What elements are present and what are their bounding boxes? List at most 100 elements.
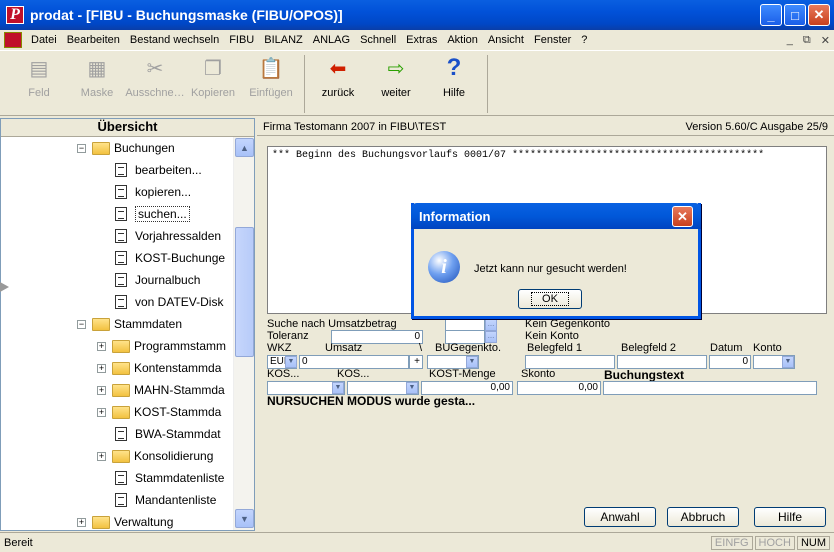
scrollbar-thumb[interactable] (235, 227, 254, 357)
toolbar-hilfe-button[interactable]: ? Hilfe (425, 54, 483, 99)
abbruch-button[interactable]: Abbruch (667, 507, 739, 527)
navigation-tree: − Buchungen bearbeiten... kopieren... suc… (1, 137, 233, 530)
folder-icon (112, 361, 130, 375)
dialog-title-bar[interactable]: Information (411, 203, 701, 229)
ok-button[interactable]: OK (518, 289, 582, 309)
tree-item-verwaltung[interactable]: + Verwaltung (77, 511, 173, 530)
tree-item-bearbeiten[interactable]: bearbeiten... (113, 159, 202, 181)
document-icon (115, 295, 127, 309)
toolbar-einfuegen-button[interactable]: 📋 Einfügen (242, 55, 300, 100)
tree-item-mandantenliste[interactable]: Mandantenliste (113, 489, 216, 511)
scroll-down-icon[interactable]: ▼ (235, 509, 254, 528)
sign-field[interactable]: + (409, 355, 423, 369)
tree-item-bwa-stammdaten[interactable]: BWA-Stammdat (113, 423, 221, 445)
toolbar-maske-button[interactable]: ▦ Maske (68, 55, 126, 100)
app-window: P prodat - [FIBU - Buchungsmaske (FIBU/O… (0, 0, 834, 552)
kost-menge-input[interactable]: 0,00 (421, 381, 513, 395)
toolbar: ▤ Feld ▦ Maske ✂ Ausschne… ❐ Kopieren 📋 … (0, 50, 834, 116)
document-icon (115, 229, 127, 243)
tree-item-konsolidierung[interactable]: + Konsolidierung (97, 445, 213, 467)
toolbar-ausschneiden-button[interactable]: ✂ Ausschne… (125, 55, 184, 100)
firm-label: Firma Testomann 2007 in FIBU\TEST (263, 120, 447, 133)
tree-item-datev-disk[interactable]: von DATEV-Disk (113, 291, 223, 313)
hilfe-button[interactable]: Hilfe (754, 507, 826, 527)
buchungstext-input[interactable] (603, 381, 817, 395)
expand-icon[interactable]: + (97, 385, 106, 395)
collapse-icon[interactable]: − (77, 143, 86, 153)
kein-konto-label: Kein Konto (525, 330, 579, 342)
dialog-close-icon[interactable]: ✕ (672, 206, 693, 227)
kos1-dropdown-icon[interactable]: ▼ (332, 382, 344, 394)
expand-icon[interactable]: + (97, 363, 106, 373)
tree-item-mahn-stammdaten[interactable]: + MAHN-Stammda (97, 379, 225, 401)
menu-datei[interactable]: Datei (26, 34, 62, 46)
status-einfg: EINFG (710, 535, 753, 550)
tree-item-vorjahressalden[interactable]: Vorjahressalden (113, 225, 221, 247)
minimize-button[interactable]: _ (760, 4, 782, 26)
col-konto: Konto (753, 342, 782, 354)
menu-extras[interactable]: Extras (401, 34, 442, 46)
tree-item-kost-buchungen[interactable]: KOST-Buchunge (113, 247, 225, 269)
toolbar-zurueck-button[interactable]: ⬅ zurück (309, 55, 367, 100)
status-num: NUM (796, 535, 830, 550)
maximize-button[interactable]: □ (784, 4, 806, 26)
toolbar-feld-button[interactable]: ▤ Feld (10, 55, 68, 100)
close-button[interactable]: ✕ (808, 4, 830, 26)
expand-icon[interactable]: + (97, 407, 106, 417)
datum-input[interactable]: 0 (709, 355, 751, 369)
toolbar-weiter-button[interactable]: ⇨ weiter (367, 55, 425, 100)
menu-bestand-wechseln[interactable]: Bestand wechseln (125, 34, 224, 46)
belegfeld1-input[interactable] (525, 355, 615, 369)
menu-fenster[interactable]: Fenster (529, 34, 576, 46)
menu-aktion[interactable]: Aktion (442, 34, 483, 46)
mdi-restore-icon[interactable]: ⧉ (803, 34, 811, 47)
document-icon (115, 185, 127, 199)
document-icon (115, 493, 127, 507)
expand-icon[interactable]: + (77, 517, 86, 527)
menu-fibu[interactable]: FIBU (224, 34, 259, 46)
tree-scrollbar[interactable]: ▲ ▼ (233, 137, 254, 530)
mdi-close-icon[interactable]: ✕ (821, 34, 830, 47)
toolbar-kopieren-button[interactable]: ❐ Kopieren (184, 55, 242, 100)
tree-item-programmstamm[interactable]: + Programmstamm (97, 335, 226, 357)
tree-item-kost-stammdaten[interactable]: + KOST-Stammda (97, 401, 221, 423)
wkz-dropdown-icon[interactable]: ▼ (285, 356, 297, 368)
col-belegfeld2: Belegfeld 2 (621, 342, 677, 354)
kein-gegenkonto-label: Kein Gegenkonto (525, 318, 611, 330)
scroll-up-icon[interactable]: ▲ (235, 138, 254, 157)
expand-icon[interactable]: + (97, 451, 106, 461)
tree-item-kontenstammdaten[interactable]: + Kontenstammda (97, 357, 221, 379)
mdi-minimize-icon[interactable]: _ (787, 34, 793, 47)
folder-icon (112, 339, 130, 353)
col-kos2: KOS... (337, 368, 370, 380)
arrow-left-icon: ⬅ (329, 57, 347, 80)
mask-icon: ▦ (87, 57, 107, 80)
expand-icon[interactable]: + (97, 341, 106, 351)
anwahl-button[interactable]: Anwahl (584, 507, 656, 527)
tree-item-kopieren[interactable]: kopieren... (113, 181, 191, 203)
col-wkz: WKZ (267, 342, 292, 354)
skonto-input[interactable]: 0,00 (517, 381, 601, 395)
menu-ansicht[interactable]: Ansicht (483, 34, 529, 46)
menu-help[interactable]: ? (576, 34, 592, 46)
menu-bilanz[interactable]: BILANZ (259, 34, 308, 46)
konto-dropdown-icon[interactable]: ▼ (782, 356, 794, 368)
menu-bearbeiten[interactable]: Bearbeiten (62, 34, 125, 46)
gegenkonto-dropdown-icon[interactable]: ▼ (466, 356, 478, 368)
document-icon[interactable] (4, 32, 22, 48)
umsatz-input[interactable]: 0 (299, 355, 409, 369)
title-bar[interactable]: P prodat - [FIBU - Buchungsmaske (FIBU/O… (0, 0, 834, 30)
app-logo-icon: P (6, 6, 24, 24)
kos2-dropdown-icon[interactable]: ▼ (406, 382, 418, 394)
belegfeld2-input[interactable] (617, 355, 707, 369)
collapse-icon[interactable]: − (77, 319, 86, 329)
tree-item-journalbuch[interactable]: Journalbuch (113, 269, 200, 291)
tree-item-suchen[interactable]: suchen... (113, 203, 190, 225)
tree-item-stammdaten[interactable]: − Stammdaten (77, 313, 182, 335)
tree-item-buchungen[interactable]: − Buchungen (77, 137, 175, 159)
menu-anlag[interactable]: ANLAG (308, 34, 355, 46)
menu-schnell[interactable]: Schnell (355, 34, 401, 46)
tree-item-stammdatenliste[interactable]: Stammdatenliste (113, 467, 224, 489)
information-dialog: Information ✕ i Jetzt kann nur gesucht w… (411, 203, 701, 319)
search-lookup-icon[interactable]: … (485, 319, 497, 331)
